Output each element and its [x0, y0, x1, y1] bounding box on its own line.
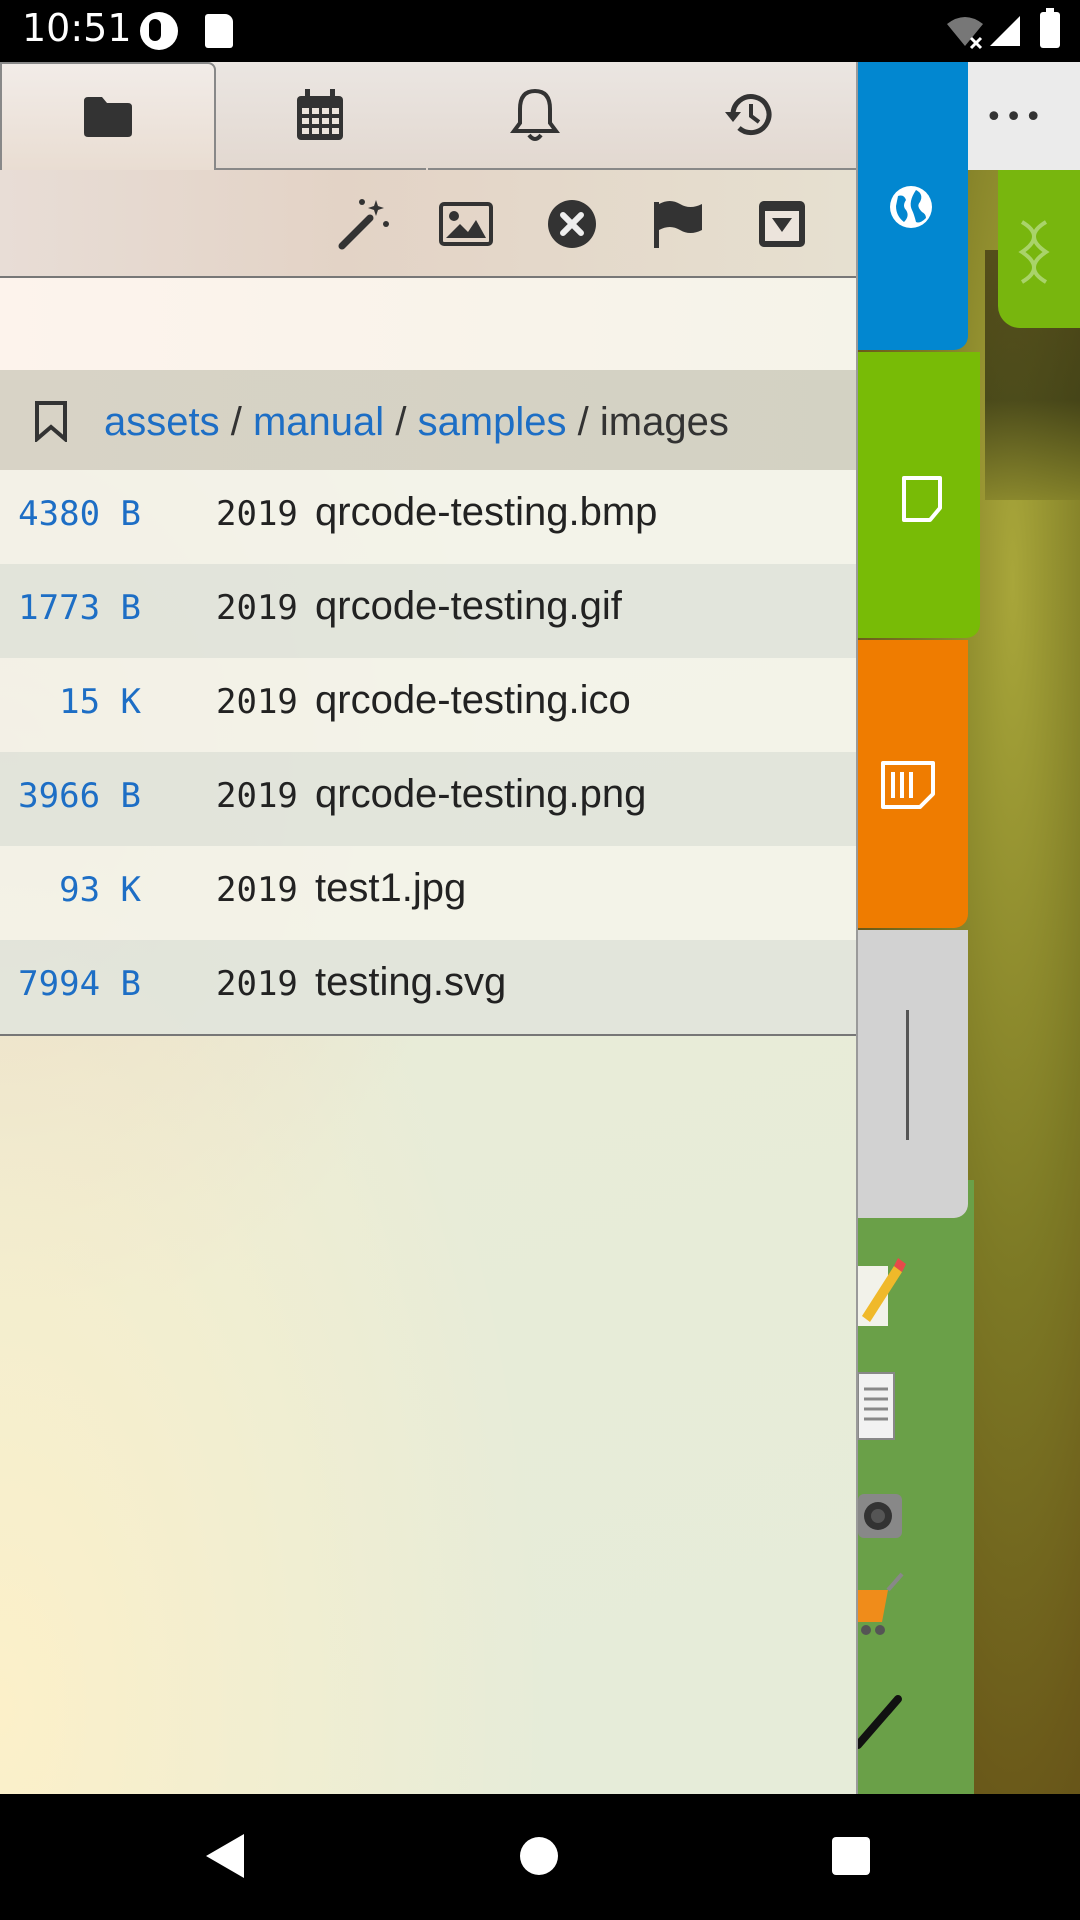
home-button[interactable] [520, 1837, 558, 1875]
file-row[interactable]: 7994 B 2019 testing.svg [0, 940, 856, 1034]
breadcrumb-separator: / [395, 400, 407, 444]
flag-icon[interactable] [650, 196, 706, 252]
divider [0, 1034, 856, 1036]
file-name: test1.jpg [315, 866, 467, 910]
file-size: 1773 B [18, 588, 141, 628]
close-circle-icon[interactable] [544, 196, 600, 252]
side-tab-handle[interactable] [858, 930, 968, 1218]
recent-apps-button[interactable] [832, 1837, 870, 1875]
sd-card-icon [205, 14, 233, 48]
toolbar [0, 170, 856, 278]
side-tab-web[interactable] [858, 62, 968, 350]
drag-handle-icon[interactable] [906, 1010, 909, 1140]
tab-calendar[interactable] [214, 62, 426, 170]
file-row[interactable]: 1773 B 2019 qrcode-testing.gif [0, 564, 856, 658]
note-icon [902, 476, 942, 522]
notepad-icon [858, 1372, 895, 1440]
tab-bar [0, 62, 856, 170]
file-size: 93 K [59, 870, 141, 910]
history-icon [725, 94, 772, 136]
shopping-cart-icon [858, 1572, 904, 1635]
side-tab-dna[interactable] [998, 170, 1080, 328]
file-year: 2019 [216, 682, 298, 722]
sticky-note-icon [881, 761, 935, 809]
camera-icon [858, 1494, 902, 1538]
breadcrumb-path: assets / manual / samples / images [104, 400, 729, 445]
wifi-off-icon [947, 17, 983, 50]
dna-icon [1018, 220, 1050, 284]
file-size: 15 K [59, 682, 141, 722]
file-row[interactable]: 15 K 2019 qrcode-testing.ico [0, 658, 856, 752]
dropdown-box-icon[interactable] [754, 196, 810, 252]
tab-history[interactable] [642, 62, 856, 170]
side-tab-notes[interactable] [858, 352, 980, 638]
more-dots-icon: ••• [985, 100, 1045, 135]
file-name: testing.svg [315, 960, 507, 1004]
file-size: 3966 B [18, 776, 141, 816]
bell-icon [510, 88, 560, 141]
bookmark-icon[interactable] [34, 400, 68, 442]
image-icon[interactable] [438, 196, 494, 252]
file-name: qrcode-testing.ico [315, 678, 631, 722]
file-year: 2019 [216, 964, 298, 1004]
file-year: 2019 [216, 494, 298, 534]
file-row[interactable]: 4380 B 2019 qrcode-testing.bmp [0, 470, 856, 564]
file-name: qrcode-testing.bmp [315, 490, 658, 534]
file-name: qrcode-testing.gif [315, 584, 622, 628]
calendar-icon [297, 89, 343, 140]
breadcrumb-assets[interactable]: assets [104, 400, 220, 444]
magic-wand-icon[interactable] [336, 196, 392, 252]
tab-alerts[interactable] [428, 62, 642, 170]
breadcrumb-samples[interactable]: samples [418, 400, 567, 444]
file-name: qrcode-testing.png [315, 772, 647, 816]
breadcrumb: assets / manual / samples / images [0, 370, 856, 470]
back-button[interactable] [206, 1834, 244, 1878]
side-tab-sticky[interactable] [858, 640, 968, 928]
status-clock: 10:51 [22, 6, 132, 50]
pen-icon [858, 1695, 902, 1749]
filter-area [0, 278, 856, 370]
breadcrumb-current: images [599, 400, 729, 444]
breadcrumb-separator: / [577, 400, 589, 444]
file-size: 7994 B [18, 964, 141, 1004]
folder-icon [84, 97, 132, 137]
file-row[interactable]: 3966 B 2019 qrcode-testing.png [0, 752, 856, 846]
app-notification-icon [140, 12, 178, 50]
breadcrumb-separator: / [230, 400, 242, 444]
file-year: 2019 [216, 776, 298, 816]
battery-icon [1040, 8, 1060, 48]
file-year: 2019 [216, 870, 298, 910]
file-year: 2019 [216, 588, 298, 628]
globe-icon [890, 186, 932, 228]
breadcrumb-manual[interactable]: manual [253, 400, 384, 444]
pencil-icon [858, 1258, 906, 1326]
file-row[interactable]: 93 K 2019 test1.jpg [0, 846, 856, 940]
tab-files[interactable] [0, 62, 216, 170]
signal-icon [990, 16, 1020, 46]
file-size: 4380 B [18, 494, 141, 534]
